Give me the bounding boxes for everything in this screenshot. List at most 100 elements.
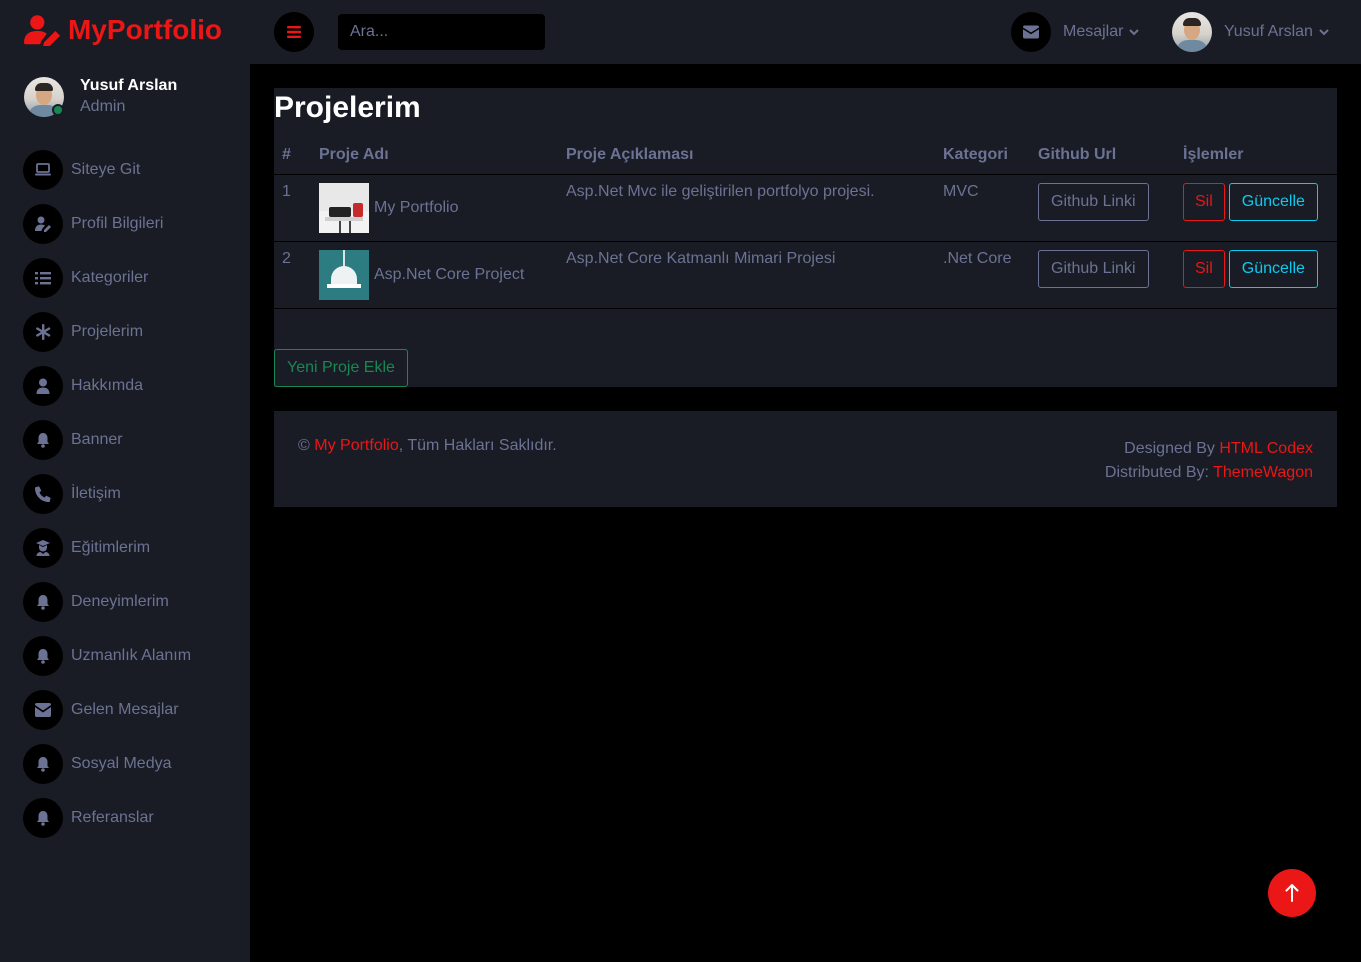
envelope-icon	[23, 690, 63, 730]
projects-table: # Proje Adı Proje Açıklaması Kategori Gi…	[274, 136, 1337, 309]
sidebar-item-label: Siteye Git	[71, 161, 141, 178]
project-description: Asp.Net Mvc ile geliştirilen portfolyo p…	[558, 174, 935, 242]
sidebar-item-referanslar[interactable]: Referanslar	[0, 791, 250, 845]
sidebar-item-profil-bilgileri[interactable]: Profil Bilgileri	[0, 197, 250, 251]
search-input[interactable]	[338, 14, 545, 50]
user-name: Yusuf Arslan	[1224, 23, 1313, 40]
avatar	[1172, 12, 1212, 52]
bell-icon	[23, 420, 63, 460]
designer-link[interactable]: HTML Codex	[1219, 440, 1313, 457]
sidebar-item-label: Hakkımda	[71, 377, 144, 394]
row-index: 2	[274, 241, 311, 309]
sidebar-item-projelerim[interactable]: Projelerim	[0, 305, 250, 359]
sidebar-toggle-button[interactable]	[274, 12, 314, 52]
profile-name: Yusuf Arslan	[80, 77, 178, 94]
asterisk-icon	[23, 312, 63, 352]
arrow-up-icon	[1285, 884, 1299, 902]
bars-icon	[287, 26, 301, 38]
sidebar-item-deneyimlerim[interactable]: Deneyimlerim	[0, 575, 250, 629]
distributor-link[interactable]: ThemeWagon	[1213, 464, 1313, 481]
projects-card: Projelerim # Proje Adı Proje Açıklaması …	[274, 88, 1337, 387]
sidebar-item-egitimlerim[interactable]: Eğitimlerim	[0, 521, 250, 575]
messages-dropdown[interactable]: Mesajlar	[1011, 12, 1140, 52]
column-header: İşlemler	[1175, 136, 1337, 175]
phone-icon	[23, 474, 63, 514]
project-category: MVC	[935, 174, 1030, 242]
footer: © My Portfolio, Tüm Hakları Saklıdır. De…	[274, 411, 1337, 507]
messages-label: Mesajlar	[1063, 23, 1124, 40]
project-description: Asp.Net Core Katmanlı Mimari Projesi	[558, 241, 935, 309]
page-title: Projelerim	[274, 91, 421, 124]
brand-name: MyPortfolio	[68, 14, 222, 45]
sidebar-item-sosyal-medya[interactable]: Sosyal Medya	[0, 737, 250, 791]
user-icon	[23, 366, 63, 406]
copyright-symbol: ©	[298, 437, 310, 454]
designed-by-label: Designed By	[1124, 440, 1215, 457]
sidebar-item-label: Banner	[71, 431, 123, 448]
site-link[interactable]: My Portfolio	[314, 437, 398, 454]
sidebar-item-kategoriler[interactable]: Kategoriler	[0, 251, 250, 305]
chevron-down-icon	[1129, 29, 1140, 36]
brand-logo[interactable]: MyPortfolio	[24, 12, 222, 48]
sidebar-item-hakkimda[interactable]: Hakkımda	[0, 359, 250, 413]
sidebar-item-label: Gelen Mesajlar	[71, 701, 179, 718]
github-link-button[interactable]: Github Linki	[1038, 182, 1149, 221]
sidebar-profile: Yusuf Arslan Admin	[24, 76, 177, 118]
credits: Designed By HTML Codex Distributed By: T…	[1105, 437, 1313, 485]
distributed-by-label: Distributed By:	[1104, 464, 1209, 481]
sidebar-item-label: İletişim	[71, 485, 121, 502]
chevron-down-icon	[1319, 29, 1329, 36]
sidebar-item-label: Eğitimlerim	[71, 539, 151, 556]
online-status-dot	[52, 104, 64, 116]
laptop-icon	[23, 150, 63, 190]
sidebar-item-label: Sosyal Medya	[71, 755, 172, 772]
user-dropdown[interactable]: Yusuf Arslan	[1172, 12, 1329, 52]
update-button[interactable]: Güncelle	[1228, 182, 1318, 221]
sidebar-item-label: Referanslar	[71, 809, 154, 826]
column-header: Proje Adı	[311, 136, 558, 175]
bell-icon	[23, 636, 63, 676]
rights-text: , Tüm Hakları Saklıdır.	[398, 437, 557, 454]
sidebar-item-label: Projelerim	[71, 323, 144, 340]
graduate-icon	[23, 528, 63, 568]
envelope-icon	[1011, 12, 1051, 52]
sidebar-item-label: Kategoriler	[71, 269, 149, 286]
add-project-button[interactable]: Yeni Proje Ekle	[274, 349, 408, 387]
sidebar-item-uzmanlik-alanim[interactable]: Uzmanlık Alanım	[0, 629, 250, 683]
sidebar: MyPortfolio Yusuf Arslan Admin Siteye Gi…	[0, 0, 250, 962]
project-name: Asp.Net Core Project	[374, 265, 525, 283]
project-category: .Net Core	[935, 241, 1030, 309]
update-button[interactable]: Güncelle	[1228, 249, 1318, 288]
row-index: 1	[274, 174, 311, 242]
delete-button[interactable]: Sil	[1183, 249, 1225, 288]
delete-button[interactable]: Sil	[1183, 182, 1225, 221]
column-header: Kategori	[935, 136, 1030, 175]
project-thumbnail	[319, 249, 369, 300]
sidebar-item-siteye-git[interactable]: Siteye Git	[0, 143, 250, 197]
sidebar-item-label: Profil Bilgileri	[71, 215, 164, 232]
back-to-top-button[interactable]	[1268, 869, 1316, 917]
column-header: #	[274, 136, 311, 175]
column-header: Proje Açıklaması	[558, 136, 935, 175]
sidebar-item-label: Uzmanlık Alanım	[71, 647, 192, 664]
bell-icon	[23, 582, 63, 622]
table-row: 2 Asp.Net Core Project Asp.Net Core Katm…	[274, 241, 1337, 309]
sidebar-item-iletisim[interactable]: İletişim	[0, 467, 250, 521]
table-row: 1 My Portfolio Asp.Net Mvc ile geliştiri…	[274, 174, 1337, 242]
sidebar-item-banner[interactable]: Banner	[0, 413, 250, 467]
user-edit-icon	[23, 204, 63, 244]
bell-icon	[23, 744, 63, 784]
sidebar-nav: Siteye Git Profil Bilgileri Kategoriler …	[0, 143, 250, 845]
user-edit-icon	[24, 15, 61, 46]
sidebar-item-label: Deneyimlerim	[71, 593, 169, 610]
profile-role: Admin	[80, 98, 126, 115]
sidebar-item-gelen-mesajlar[interactable]: Gelen Mesajlar	[0, 683, 250, 737]
bell-icon	[23, 798, 63, 838]
project-name: My Portfolio	[374, 198, 459, 216]
table-header-row: # Proje Adı Proje Açıklaması Kategori Gi…	[274, 136, 1337, 175]
topbar: Mesajlar Yusuf Arslan	[250, 0, 1361, 64]
github-link-button[interactable]: Github Linki	[1038, 249, 1149, 288]
copyright-text: © My Portfolio, Tüm Hakları Saklıdır.	[298, 437, 557, 455]
list-icon	[23, 258, 63, 298]
project-thumbnail	[319, 182, 369, 233]
